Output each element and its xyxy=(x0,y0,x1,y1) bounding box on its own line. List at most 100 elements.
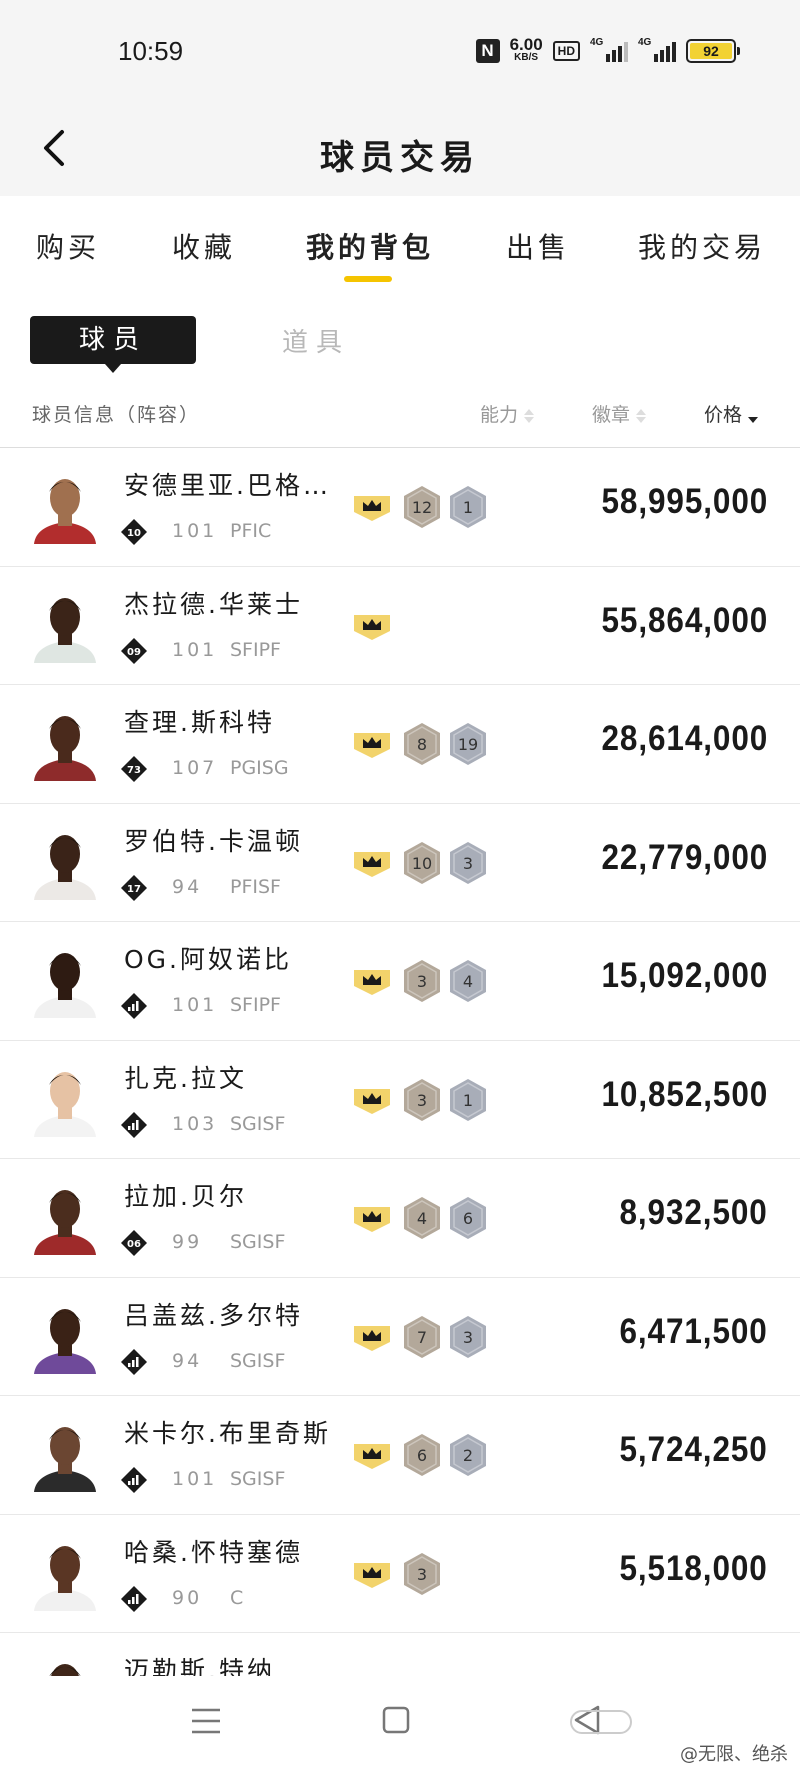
column-price-sort[interactable]: 价格 xyxy=(704,400,759,427)
tier-bars-icon xyxy=(121,1111,147,1138)
player-rating: 107 xyxy=(172,757,218,779)
svg-text:6: 6 xyxy=(463,1209,473,1228)
svg-text:8: 8 xyxy=(417,735,427,754)
player-name: 杰拉德.华莱士 xyxy=(124,589,303,619)
svg-text:3: 3 xyxy=(417,1091,427,1110)
player-position: SFIPF xyxy=(230,994,281,1016)
column-badge-sort[interactable]: 徽章 xyxy=(592,400,647,427)
tab-buy[interactable]: 购买 xyxy=(36,226,100,266)
column-player-info: 球员信息（阵容） xyxy=(32,404,201,426)
player-rating: 94 xyxy=(172,875,203,898)
player-row[interactable]: OG.阿奴诺比 101 SFIPF 3 4 15,092,000 xyxy=(0,922,800,1041)
svg-text:3: 3 xyxy=(417,972,427,991)
watermark-text: @无限、绝杀 xyxy=(680,1744,788,1765)
player-rating: 99 xyxy=(172,1231,203,1253)
badge-gold-count: 3 xyxy=(404,960,440,1002)
player-row[interactable]: 迈勒斯.特纳 xyxy=(0,1633,800,1676)
player-avatar xyxy=(34,1308,96,1374)
player-row[interactable]: 米卡尔.布里奇斯 101 SGISF 6 2 5,724,250 xyxy=(0,1396,800,1515)
menu-icon[interactable] xyxy=(190,1706,222,1736)
player-rating: 101 xyxy=(172,1468,218,1490)
tier-bars-icon xyxy=(121,993,147,1019)
player-row[interactable]: 扎克.拉文 103 SGISF 3 1 10,852,500 xyxy=(0,1041,800,1159)
network-speed: 6.00 KB/S xyxy=(510,36,543,63)
svg-text:4: 4 xyxy=(463,972,473,991)
subtab-items[interactable]: 道具 xyxy=(282,322,350,359)
svg-text:10: 10 xyxy=(412,854,432,873)
crown-icon xyxy=(354,1444,390,1469)
tier-number-icon: 17 xyxy=(121,874,147,901)
badge-gold-count: 10 xyxy=(404,841,440,884)
crown-icon xyxy=(354,496,390,521)
status-time: 10:59 xyxy=(118,36,184,66)
player-name: 罗伯特.卡温顿 xyxy=(124,826,303,856)
player-avatar xyxy=(34,953,96,1018)
player-name: 哈桑.怀特塞德 xyxy=(124,1537,303,1567)
sort-icon xyxy=(636,408,647,423)
player-position: SFIPF xyxy=(230,638,281,661)
player-position: SGISF xyxy=(230,1349,286,1372)
tier-number-icon: 06 xyxy=(121,1230,147,1256)
home-square-icon[interactable] xyxy=(382,1706,410,1734)
player-row[interactable]: 杰拉德.华莱士 09 101 SFIPF 55,864,000 xyxy=(0,567,800,685)
crown-icon xyxy=(354,733,390,758)
player-list: 安德里亚.巴格… 10 101 PFIC 12 1 58,995,000 杰拉德.华莱士 09 1… xyxy=(0,448,800,1676)
sub-tabs: 球员 道具 xyxy=(0,310,800,380)
tab-my-backpack[interactable]: 我的背包 xyxy=(306,226,434,266)
signal-type-label: 4G xyxy=(590,36,604,48)
player-row[interactable]: 查理.斯科特 73 107 PGISG 8 19 28,614,000 xyxy=(0,685,800,804)
player-avatar xyxy=(34,716,96,781)
tier-number-icon: 10 xyxy=(121,519,147,545)
battery-level: 92 xyxy=(690,42,732,59)
nfc-icon: N xyxy=(475,38,500,63)
tier-number-icon: 09 xyxy=(121,637,147,664)
player-row[interactable]: 拉加.贝尔 06 99 SGISF 4 6 8,932,500 xyxy=(0,1159,800,1278)
player-position: SGISF xyxy=(230,1112,286,1135)
page-title: 球员交易 xyxy=(320,138,480,178)
player-name: 查理.斯科特 xyxy=(124,708,275,737)
player-price: 22,779,000 xyxy=(601,837,768,877)
column-ability-label: 能力 xyxy=(480,404,519,426)
badge-gold-count: 7 xyxy=(404,1315,440,1358)
badge-silver-count: 2 xyxy=(450,1434,486,1476)
player-name: 米卡尔.布里奇斯 xyxy=(124,1419,331,1448)
system-nav-bar: @无限、绝杀 xyxy=(0,1676,800,1778)
svg-text:2: 2 xyxy=(463,1446,473,1465)
tab-my-trades[interactable]: 我的交易 xyxy=(638,226,766,266)
player-avatar xyxy=(34,597,96,663)
crown-icon xyxy=(354,851,390,877)
hd-voice-icon: HD xyxy=(552,40,580,61)
crown-icon xyxy=(354,1088,390,1114)
column-price-label: 价格 xyxy=(704,404,743,426)
player-avatar xyxy=(34,1545,96,1611)
tab-sell[interactable]: 出售 xyxy=(506,226,570,266)
signal-icon-2: 4G xyxy=(638,37,676,62)
tier-number-icon: 73 xyxy=(121,756,147,782)
player-row[interactable]: 安德里亚.巴格… 10 101 PFIC 12 1 58,995,000 xyxy=(0,448,800,567)
tab-favorites[interactable]: 收藏 xyxy=(172,226,236,266)
svg-text:1: 1 xyxy=(463,498,473,517)
crown-icon xyxy=(354,1562,390,1588)
main-tabs: 购买 收藏 我的背包 出售 我的交易 xyxy=(0,196,800,292)
player-rating: 101 xyxy=(172,994,218,1016)
player-name: 安德里亚.巴格… xyxy=(124,471,331,500)
crown-icon xyxy=(354,970,390,995)
svg-text:73: 73 xyxy=(127,765,141,776)
player-row[interactable]: 吕盖兹.多尔特 94 SGISF 7 3 6,471,500 xyxy=(0,1278,800,1396)
player-price: 5,724,250 xyxy=(619,1430,768,1469)
player-price: 58,995,000 xyxy=(601,482,768,521)
player-row[interactable]: 哈桑.怀特塞德 90 C 3 5,518,000 xyxy=(0,1515,800,1633)
svg-text:17: 17 xyxy=(127,884,141,895)
badge-silver-count: 1 xyxy=(450,486,486,528)
player-position: PGISG xyxy=(230,757,289,779)
column-ability-sort[interactable]: 能力 xyxy=(480,400,535,427)
player-rating: 90 xyxy=(172,1586,203,1609)
player-price: 6,471,500 xyxy=(619,1311,768,1351)
badge-silver-count: 1 xyxy=(450,1078,486,1121)
list-column-header: 球员信息（阵容） 能力 徽章 价格 xyxy=(0,392,800,448)
player-rating: 94 xyxy=(172,1349,203,1372)
subtab-players[interactable]: 球员 xyxy=(30,316,196,373)
svg-text:12: 12 xyxy=(412,498,432,517)
player-row[interactable]: 罗伯特.卡温顿 17 94 PFISF 10 3 22,779,000 xyxy=(0,804,800,922)
crown-icon xyxy=(354,614,390,640)
